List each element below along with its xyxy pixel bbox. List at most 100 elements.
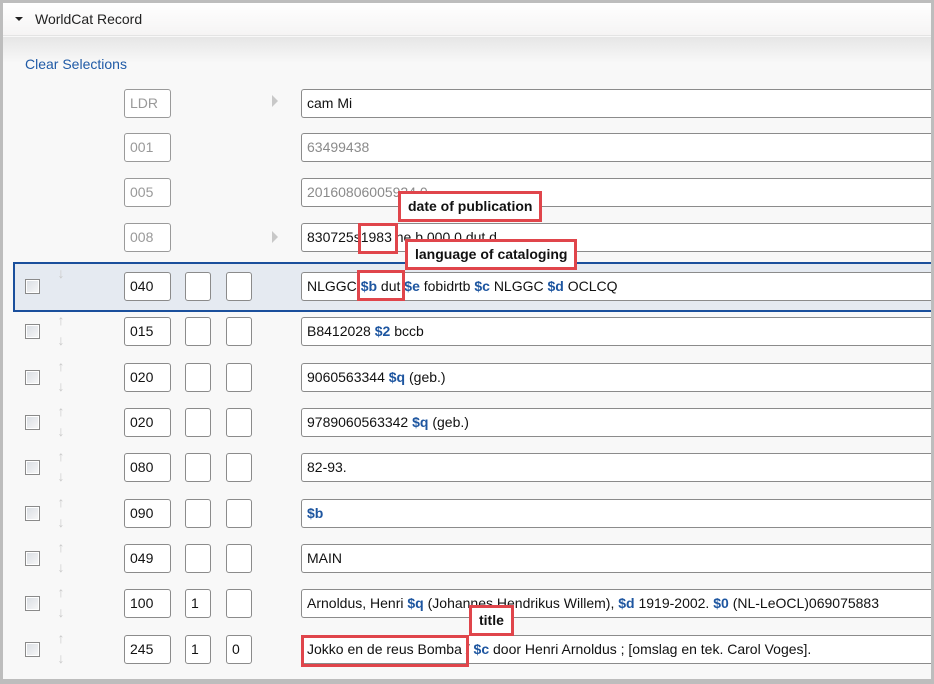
- header-shadow: [3, 37, 931, 63]
- field-row-015: ↑ ↓ 015 B8412028 $2 bccb: [3, 313, 931, 361]
- field-row-090: ↑ ↓ 090 $b: [3, 495, 931, 543]
- worldcat-record-panel: WorldCat Record Clear Selections LDR cam…: [3, 3, 931, 679]
- subfield-code: $b: [307, 505, 324, 521]
- expand-arrow-icon[interactable]: [272, 231, 278, 243]
- tag-field[interactable]: 020: [124, 408, 171, 437]
- indicator-1-field[interactable]: [185, 453, 211, 482]
- indicator-1-field[interactable]: [185, 363, 211, 392]
- indicator-2-field[interactable]: 0: [226, 635, 252, 664]
- field-value-input[interactable]: 82-93.: [301, 453, 931, 482]
- move-up-icon[interactable]: ↑: [54, 359, 68, 373]
- move-up-icon[interactable]: ↑: [54, 540, 68, 554]
- subfield-text: OCLCQ: [567, 278, 618, 294]
- tag-field[interactable]: 245: [124, 635, 171, 664]
- subfield-text: bccb: [394, 323, 424, 339]
- move-up-icon[interactable]: ↑: [54, 631, 68, 645]
- move-down-icon[interactable]: ↓: [54, 560, 68, 574]
- row-select-checkbox[interactable]: [25, 506, 40, 521]
- subfield-text: (geb.): [432, 414, 469, 430]
- subfield-text: (geb.): [409, 369, 446, 385]
- indicator-1-field[interactable]: [185, 544, 211, 573]
- indicator-2-field[interactable]: [226, 453, 252, 482]
- move-up-icon[interactable]: ↑: [54, 449, 68, 463]
- tag-field[interactable]: 049: [124, 544, 171, 573]
- subfield-code: $e: [404, 278, 420, 294]
- subfield-text: (NL-LeOCL)069075883: [732, 595, 880, 611]
- field-value-input[interactable]: 9789060563342 $q (geb.): [301, 408, 931, 437]
- title-highlight-box: [301, 635, 469, 667]
- row-select-checkbox[interactable]: [25, 279, 40, 294]
- indicator-2-field[interactable]: [226, 363, 252, 392]
- tag-field[interactable]: 005: [124, 178, 171, 207]
- control-number-field[interactable]: 63499438: [301, 133, 931, 162]
- clear-selections-link[interactable]: Clear Selections: [25, 56, 127, 72]
- field-row-049: ↑ ↓ 049 MAIN: [3, 540, 931, 588]
- field-row-020: ↑ ↓ 020 9060563344 $q (geb.): [3, 359, 931, 407]
- indicator-2-field[interactable]: [226, 544, 252, 573]
- fixed-field-row-001: 001 63499438: [3, 133, 931, 177]
- row-select-checkbox[interactable]: [25, 596, 40, 611]
- subfield-text: B8412028: [307, 323, 371, 339]
- tag-field[interactable]: 080: [124, 453, 171, 482]
- tag-field[interactable]: 090: [124, 499, 171, 528]
- subfield-code: $q: [412, 414, 429, 430]
- row-select-checkbox[interactable]: [25, 460, 40, 475]
- row-select-checkbox[interactable]: [25, 642, 40, 657]
- expand-arrow-icon[interactable]: [272, 95, 278, 107]
- subfield-text: NLGGC: [493, 278, 544, 294]
- move-down-icon[interactable]: ↓: [54, 379, 68, 393]
- field-value-input[interactable]: Arnoldus, Henri $q (Johannes Hendrikus W…: [301, 589, 931, 618]
- transaction-date-field[interactable]: 20160806005924.0: [301, 178, 931, 207]
- tag-field[interactable]: 015: [124, 317, 171, 346]
- indicator-2-field[interactable]: [226, 408, 252, 437]
- move-down-icon[interactable]: ↓: [54, 469, 68, 483]
- indicator-1-field[interactable]: [185, 272, 211, 301]
- move-down-icon[interactable]: ↓: [54, 651, 68, 665]
- collapse-caret-icon[interactable]: [15, 17, 23, 21]
- tag-field[interactable]: 020: [124, 363, 171, 392]
- move-down-icon[interactable]: ↓: [54, 605, 68, 619]
- date-highlight-box: [358, 223, 398, 254]
- subfield-text: Arnoldus, Henri: [307, 595, 404, 611]
- indicator-2-field[interactable]: [226, 317, 252, 346]
- field-value-input[interactable]: B8412028 $2 bccb: [301, 317, 931, 346]
- indicator-1-field[interactable]: [185, 317, 211, 346]
- date-of-publication-callout: date of publication: [398, 191, 543, 222]
- subfield-text: MAIN: [307, 550, 342, 566]
- move-down-icon[interactable]: ↓: [54, 333, 68, 347]
- field-value-input[interactable]: MAIN: [301, 544, 931, 573]
- move-down-icon[interactable]: ↓: [54, 424, 68, 438]
- row-select-checkbox[interactable]: [25, 551, 40, 566]
- ldr-value-field[interactable]: cam Mi: [301, 89, 931, 118]
- indicator-1-field[interactable]: [185, 499, 211, 528]
- tag-field[interactable]: 100: [124, 589, 171, 618]
- indicator-2-field[interactable]: [226, 589, 252, 618]
- subfield-text: door Henri Arnoldus ; [omslag en tek. Ca…: [493, 641, 812, 657]
- indicator-1-field[interactable]: [185, 408, 211, 437]
- subfield-code: $d: [618, 595, 635, 611]
- move-down-icon[interactable]: ↓: [54, 515, 68, 529]
- field-value-input[interactable]: $b: [301, 499, 931, 528]
- tag-field[interactable]: LDR: [124, 89, 171, 118]
- subfield-text: NLGGC: [307, 278, 357, 294]
- tag-field[interactable]: 001: [124, 133, 171, 162]
- subfield-text: 82-93.: [307, 459, 347, 475]
- move-up-icon[interactable]: ↑: [54, 585, 68, 599]
- indicator-2-field[interactable]: [226, 499, 252, 528]
- indicator-2-field[interactable]: [226, 272, 252, 301]
- row-select-checkbox[interactable]: [25, 415, 40, 430]
- tag-field[interactable]: 008: [124, 223, 171, 252]
- subfield-code: $q: [388, 369, 406, 385]
- tag-field[interactable]: 040: [124, 272, 171, 301]
- field-value-input[interactable]: 9060563344 $q (geb.): [301, 363, 931, 392]
- panel-header[interactable]: WorldCat Record: [3, 3, 931, 36]
- row-select-checkbox[interactable]: [25, 370, 40, 385]
- indicator-1-field[interactable]: 1: [185, 635, 211, 664]
- indicator-1-field[interactable]: 1: [185, 589, 211, 618]
- move-down-icon[interactable]: ↓: [54, 266, 68, 280]
- move-up-icon[interactable]: ↑: [54, 313, 68, 327]
- subfield-code: $0: [713, 595, 729, 611]
- move-up-icon[interactable]: ↑: [54, 404, 68, 418]
- move-up-icon[interactable]: ↑: [54, 495, 68, 509]
- row-select-checkbox[interactable]: [25, 324, 40, 339]
